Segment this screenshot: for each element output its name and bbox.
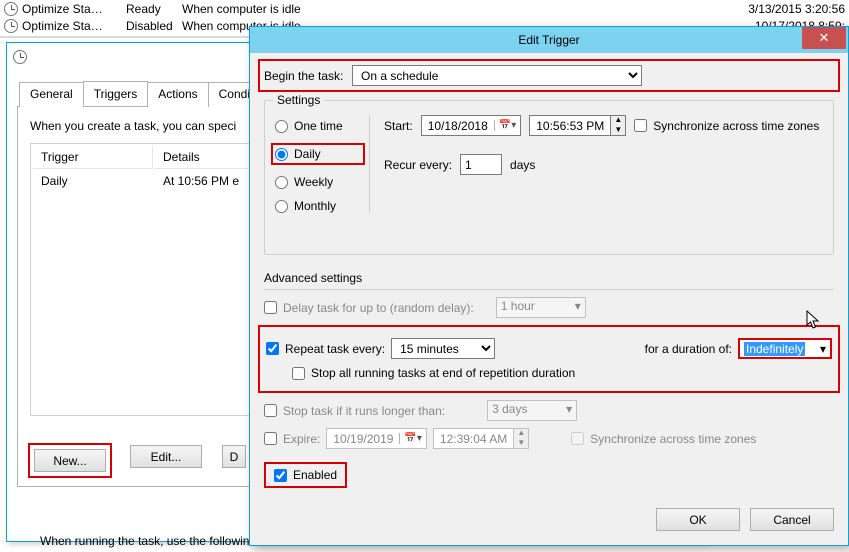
stop-long-checkbox[interactable] <box>264 404 277 417</box>
task-name: Optimize Sta… <box>22 19 122 33</box>
close-icon: ✕ <box>819 30 830 46</box>
delete-button[interactable]: D <box>222 445 246 468</box>
tab-triggers[interactable]: Triggers <box>83 81 149 106</box>
duration-label: for a duration of: <box>645 342 732 356</box>
stop-long-label: Stop task if it runs longer than: <box>283 404 445 418</box>
enabled-checkbox-row[interactable]: Enabled <box>274 468 337 482</box>
tab-general[interactable]: General <box>19 82 84 107</box>
new-button[interactable]: New... <box>34 449 106 472</box>
trigger-name: Daily <box>33 171 153 191</box>
delay-checkbox[interactable] <box>264 301 277 314</box>
repeat-label: Repeat task every: <box>285 342 385 356</box>
sync2-checkbox <box>571 432 584 445</box>
edit-trigger-dialog: Edit Trigger ✕ Begin the task: On a sche… <box>249 26 849 546</box>
start-label: Start: <box>384 119 413 133</box>
task-when: When computer is idle <box>182 2 301 16</box>
recur-unit: days <box>510 158 535 172</box>
duration-select[interactable]: Indefinitely▾ <box>738 338 832 359</box>
start-time-picker[interactable]: 10:56:53 PM <box>529 115 611 136</box>
divider <box>264 289 834 290</box>
run-as-label: When running the task, use the followin <box>40 534 249 548</box>
radio-onetime[interactable]: One time <box>275 119 365 133</box>
expire-checkbox[interactable] <box>264 432 277 445</box>
sync2-label: Synchronize across time zones <box>590 432 756 446</box>
clock-icon <box>13 50 27 64</box>
enabled-label: Enabled <box>293 468 337 482</box>
radio-daily[interactable]: Daily <box>275 147 321 161</box>
stop-long-dropdown: 3 days ▾ <box>487 400 577 421</box>
expire-label: Expire: <box>283 432 320 446</box>
edit-button[interactable]: Edit... <box>130 445 202 468</box>
tab-actions[interactable]: Actions <box>147 82 208 107</box>
task-status: Disabled <box>122 19 182 33</box>
stop-all-row: Stop all running tasks at end of repetit… <box>292 366 832 380</box>
stop-long-row: Stop task if it runs longer than: 3 days… <box>264 400 834 421</box>
enabled-checkbox[interactable] <box>274 469 287 482</box>
start-date-picker[interactable]: 10/18/2018📅▾ <box>421 115 522 136</box>
divider <box>369 115 370 213</box>
cancel-button[interactable]: Cancel <box>750 508 834 531</box>
sync-timezones-checkbox[interactable]: Synchronize across time zones <box>634 119 819 133</box>
delay-dropdown: 1 hour ▾ <box>496 297 586 318</box>
repeat-interval-select[interactable]: 15 minutes <box>391 338 495 359</box>
radio-weekly[interactable]: Weekly <box>275 175 365 189</box>
task-row: Optimize Sta… Ready When computer is idl… <box>0 0 849 17</box>
calendar-icon[interactable]: 📅▾ <box>494 120 520 131</box>
stop-all-checkbox[interactable] <box>292 367 305 380</box>
repeat-checkbox[interactable] <box>266 342 279 355</box>
delay-label: Delay task for up to (random delay): <box>283 301 474 315</box>
task-status: Ready <box>122 2 182 16</box>
close-button[interactable]: ✕ <box>802 27 846 49</box>
task-name: Optimize Sta… <box>22 2 122 16</box>
begin-task-select[interactable]: On a schedule <box>352 65 642 86</box>
recur-input[interactable] <box>460 154 502 175</box>
ok-button[interactable]: OK <box>656 508 740 531</box>
expire-date: 10/19/2019📅▾ <box>326 428 427 449</box>
stop-all-label: Stop all running tasks at end of repetit… <box>311 366 575 380</box>
expire-row: Expire: 10/19/2019📅▾ 12:39:04 AM ▲▼ Sync… <box>264 428 834 449</box>
advanced-title: Advanced settings <box>264 271 834 285</box>
settings-group: Settings One time Daily Weekly Monthly S… <box>264 100 834 255</box>
delay-task-row: Delay task for up to (random delay): 1 h… <box>264 297 834 318</box>
dialog-titlebar: Edit Trigger ✕ <box>250 27 848 53</box>
dialog-title: Edit Trigger <box>250 33 848 47</box>
radio-monthly[interactable]: Monthly <box>275 199 365 213</box>
clock-icon <box>4 19 18 33</box>
clock-icon <box>4 2 18 16</box>
settings-group-title: Settings <box>273 93 324 107</box>
col-trigger: Trigger <box>33 146 153 169</box>
expire-time: 12:39:04 AM <box>433 428 514 449</box>
recur-label: Recur every: <box>384 158 452 172</box>
time-spinner[interactable]: ▲▼ <box>611 115 626 136</box>
repeat-task-row: Repeat task every: 15 minutes for a dura… <box>266 338 832 359</box>
begin-task-label: Begin the task: <box>264 69 344 83</box>
task-date: 3/13/2015 3:20:56 <box>748 2 849 16</box>
advanced-settings: Advanced settings Delay task for up to (… <box>264 271 834 488</box>
